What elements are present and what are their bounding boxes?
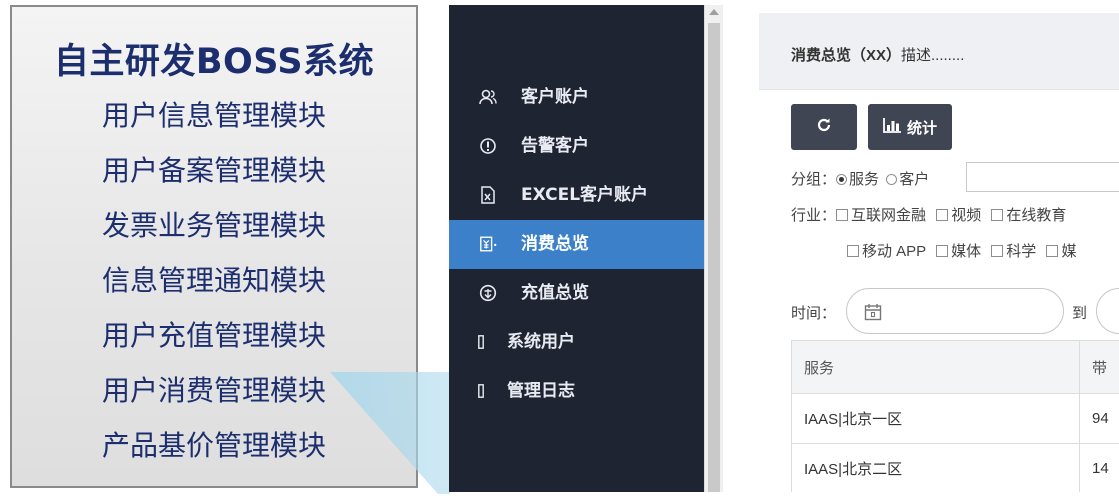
industry-row-1: 行业： 互联网金融 视频 在线教育: [791, 204, 1066, 225]
group-option-label: 服务: [849, 171, 880, 188]
sidebar-item-alert-customer[interactable]: 告警客户: [449, 122, 704, 171]
users-icon: [479, 88, 497, 106]
table-row[interactable]: IAAS|北京二区 14: [791, 443, 1119, 492]
industry-checkbox[interactable]: [847, 245, 859, 257]
start-date-input[interactable]: [846, 288, 1064, 334]
table-cell: IAAS|北京一区: [791, 393, 1080, 444]
sidebar-item-admin-log[interactable]: 管理日志: [449, 367, 704, 416]
page-header: 消费总览（XX）描述........: [759, 13, 1119, 90]
receipt-icon: [479, 235, 497, 253]
sidebar: 客户账户 告警客户 EXCEL客户账户 消费总览 充值总览 系统用户 管理日志: [449, 5, 704, 492]
app-window: 客户账户 告警客户 EXCEL客户账户 消费总览 充值总览 系统用户 管理日志 …: [449, 5, 1119, 492]
stats-label: 统计: [906, 119, 937, 137]
feature-item: 信息管理通知模块: [101, 264, 326, 297]
sidebar-item-label: 告警客户: [521, 136, 589, 156]
industry-checkbox[interactable]: [991, 209, 1004, 221]
sidebar-menu: 客户账户 告警客户 EXCEL客户账户 消费总览 充值总览 系统用户 管理日志: [449, 73, 704, 416]
sidebar-item-label: EXCEL客户账户: [521, 185, 649, 205]
scroll-up-icon[interactable]: [709, 9, 719, 15]
highlight-beam: [330, 372, 450, 494]
industry-checkbox[interactable]: [936, 209, 949, 221]
industry-checkbox[interactable]: [991, 245, 1004, 257]
sidebar-item-label: 管理日志: [507, 381, 575, 401]
placeholder-icon: [477, 382, 485, 400]
scroll-thumb[interactable]: [708, 23, 720, 492]
refresh-button[interactable]: [791, 104, 857, 150]
industry-checkbox[interactable]: [1046, 245, 1059, 257]
industry-option-label: 视频: [951, 207, 982, 224]
industry-checkbox[interactable]: [836, 209, 849, 221]
sidebar-item-recharge-overview[interactable]: 充值总览: [449, 269, 704, 318]
table-header-cell[interactable]: 服务: [791, 340, 1080, 394]
feature-item: 用户备案管理模块: [101, 154, 326, 187]
time-label: 时间：: [791, 305, 837, 322]
industry-checkbox[interactable]: [936, 245, 949, 257]
bar-chart-icon: [883, 117, 901, 137]
main-content: 消费总览（XX）描述........ 统计 分组： 服务 客户 行业： 互联网金融 …: [759, 5, 1119, 492]
industry-option-label: 媒体: [951, 243, 982, 260]
sidebar-item-label: 客户账户: [521, 87, 589, 107]
alert-icon: [479, 137, 497, 155]
data-table: 服务 带 IAAS|北京一区 94 IAAS|北京二区 14: [791, 340, 1119, 492]
sidebar-item-consumption-overview[interactable]: 消费总览: [449, 220, 704, 269]
sidebar-scrollbar[interactable]: [704, 5, 723, 492]
stats-button[interactable]: 统计: [868, 104, 952, 150]
group-row: 分组： 服务 客户: [791, 168, 929, 189]
placeholder-icon: [477, 333, 485, 351]
industry-option-label: 科学: [1006, 243, 1037, 260]
excel-file-icon: [479, 186, 497, 204]
industry-label: 行业：: [791, 207, 837, 224]
table-cell: 94: [1079, 393, 1119, 444]
page-header-text: 消费总览（XX）描述........: [791, 44, 964, 65]
table-cell: IAAS|北京二区: [791, 443, 1080, 492]
sidebar-item-system-users[interactable]: 系统用户: [449, 318, 704, 367]
feature-item: 用户信息管理模块: [101, 99, 326, 132]
table-cell: 14: [1079, 443, 1119, 492]
feature-item: 用户充值管理模块: [101, 319, 326, 352]
group-option-label: 客户: [899, 171, 930, 188]
group-radio-service[interactable]: [836, 174, 848, 185]
feature-item: 发票业务管理模块: [101, 209, 326, 242]
group-input[interactable]: [966, 162, 1119, 192]
industry-row-2: 移动 APP 媒体 科学 媒: [847, 240, 1076, 261]
group-label: 分组：: [791, 171, 837, 188]
content-gutter: [723, 5, 759, 492]
sidebar-item-label: 系统用户: [507, 332, 575, 352]
table-header-cell[interactable]: 带: [1079, 340, 1119, 394]
sidebar-item-label: 消费总览: [521, 234, 589, 254]
industry-option-label: 移动 APP: [862, 243, 926, 260]
sidebar-item-customer-account[interactable]: 客户账户: [449, 73, 704, 122]
refresh-icon: [816, 117, 832, 137]
end-date-input[interactable]: [1096, 288, 1119, 334]
sidebar-item-excel-account[interactable]: EXCEL客户账户: [449, 171, 704, 220]
recharge-icon: [479, 284, 497, 302]
table-header-row: 服务 带: [791, 340, 1119, 394]
table-row[interactable]: IAAS|北京一区 94: [791, 393, 1119, 444]
industry-option-label: 在线教育: [1006, 207, 1067, 224]
page-description: 描述........: [901, 47, 965, 64]
industry-option-label: 互联网金融: [851, 207, 927, 224]
industry-option-label: 媒: [1061, 243, 1077, 260]
to-label: 到: [1072, 305, 1088, 322]
group-radio-customer[interactable]: [886, 174, 898, 185]
sidebar-item-label: 充值总览: [521, 283, 589, 303]
page-title: 消费总览（XX）: [791, 47, 902, 64]
calendar-icon: [864, 303, 882, 326]
feature-title: 自主研发BOSS系统: [53, 42, 375, 82]
